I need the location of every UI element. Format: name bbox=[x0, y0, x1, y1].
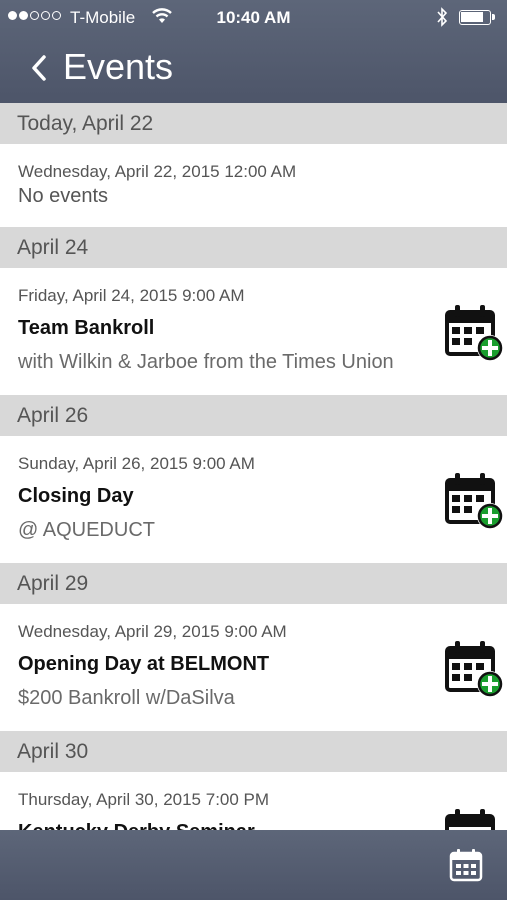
event-row[interactable]: Thursday, April 30, 2015 7:00 PM Kentuck… bbox=[0, 772, 507, 830]
section-header: April 24 bbox=[0, 227, 507, 268]
bottom-toolbar bbox=[0, 830, 507, 900]
status-bar: T-Mobile 10:40 AM bbox=[0, 0, 507, 36]
event-title: Closing Day bbox=[18, 485, 134, 507]
no-events-text: No events bbox=[18, 185, 109, 207]
event-subtitle: with Wilkin & Jarboe from the Times Unio… bbox=[18, 351, 394, 373]
event-datetime: Thursday, April 30, 2015 7:00 PM bbox=[18, 790, 270, 809]
event-datetime: Friday, April 24, 2015 9:00 AM bbox=[18, 286, 245, 305]
section-header: Today, April 22 bbox=[0, 103, 507, 144]
event-datetime: Sunday, April 26, 2015 9:00 AM bbox=[18, 454, 255, 473]
page-title: Events bbox=[63, 46, 174, 87]
event-row[interactable]: Sunday, April 26, 2015 9:00 AM Closing D… bbox=[0, 436, 507, 563]
event-row[interactable]: Wednesday, April 29, 2015 9:00 AM Openin… bbox=[0, 604, 507, 731]
add-to-calendar-icon[interactable] bbox=[444, 302, 506, 364]
event-datetime: Wednesday, April 29, 2015 9:00 AM bbox=[18, 622, 287, 641]
events-list[interactable]: Today, April 22 Wednesday, April 22, 201… bbox=[0, 103, 507, 830]
add-to-calendar-icon[interactable] bbox=[444, 638, 506, 700]
event-datetime: Wednesday, April 22, 2015 12:00 AM bbox=[18, 162, 297, 181]
battery-icon bbox=[459, 10, 495, 25]
event-subtitle: $200 Bankroll w/DaSilva bbox=[18, 687, 235, 709]
add-to-calendar-icon[interactable] bbox=[444, 806, 506, 830]
navigation-bar: Events bbox=[0, 36, 507, 103]
event-title: Kentucky Derby Seminar bbox=[18, 821, 255, 830]
calendar-icon[interactable] bbox=[449, 848, 483, 882]
bluetooth-icon bbox=[437, 7, 448, 27]
event-row[interactable]: Friday, April 24, 2015 9:00 AM Team Bank… bbox=[0, 268, 507, 395]
back-chevron-icon[interactable] bbox=[26, 48, 56, 88]
section-header: April 29 bbox=[0, 563, 507, 604]
event-subtitle: @ AQUEDUCT bbox=[18, 519, 155, 541]
list-item-empty: Wednesday, April 22, 2015 12:00 AM No ev… bbox=[0, 144, 507, 227]
section-header: April 30 bbox=[0, 731, 507, 772]
section-header: April 26 bbox=[0, 395, 507, 436]
add-to-calendar-icon[interactable] bbox=[444, 470, 506, 532]
status-time: 10:40 AM bbox=[216, 8, 291, 27]
event-title: Opening Day at BELMONT bbox=[18, 653, 270, 675]
event-title: Team Bankroll bbox=[18, 317, 155, 339]
top-bar: T-Mobile 10:40 AM Events bbox=[0, 0, 507, 103]
